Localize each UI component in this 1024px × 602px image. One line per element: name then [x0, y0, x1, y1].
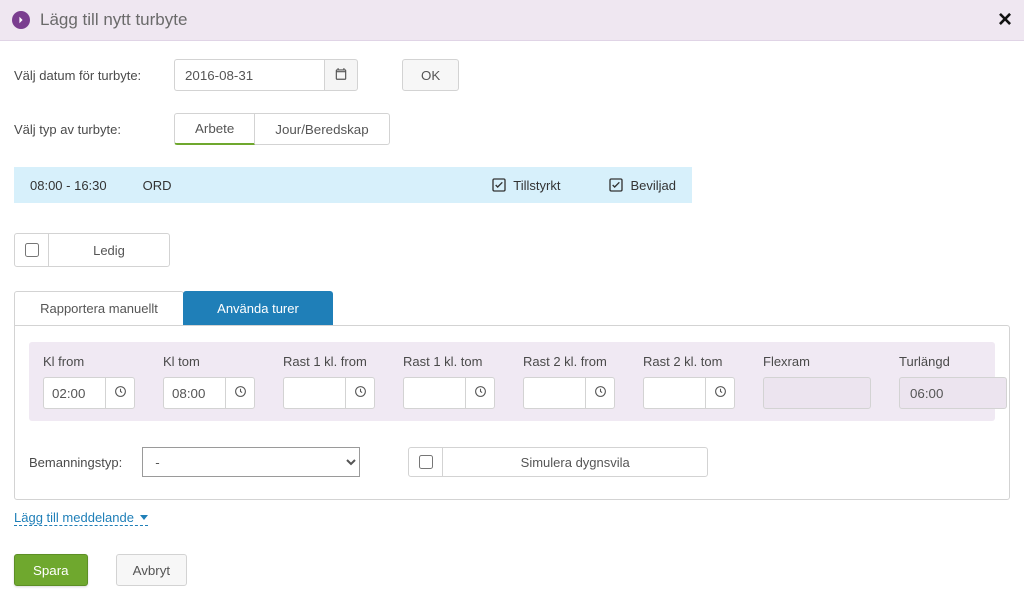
col-rast1-from: Rast 1 kl. from	[283, 354, 375, 409]
staffing-row: Bemanningstyp: - Simulera dygnsvila	[29, 447, 995, 477]
flag-tillstyrkt-label: Tillstyrkt	[513, 178, 560, 193]
staffing-label: Bemanningstyp:	[29, 455, 122, 470]
input-kl-tom[interactable]	[163, 377, 225, 409]
label-rast2-tom: Rast 2 kl. tom	[643, 354, 735, 369]
tab-use-shifts[interactable]: Använda turer	[183, 291, 333, 325]
label-flexram: Flexram	[763, 354, 871, 369]
chevron-right-circle-icon	[12, 11, 30, 29]
ledig-checkbox-wrap	[15, 234, 49, 266]
input-rast2-from[interactable]	[523, 377, 585, 409]
label-kl-from: Kl from	[43, 354, 135, 369]
simulate-checkbox[interactable]	[419, 455, 433, 469]
clock-icon	[594, 385, 607, 401]
cancel-button[interactable]: Avbryt	[116, 554, 188, 586]
checkbox-checked-icon	[491, 177, 507, 193]
date-row: Välj datum för turbyte: OK	[14, 59, 1010, 91]
close-icon[interactable]: ×	[998, 8, 1012, 32]
clock-icon	[474, 385, 487, 401]
clock-icon	[234, 385, 247, 401]
input-kl-from[interactable]	[43, 377, 105, 409]
type-row: Välj typ av turbyte: Arbete Jour/Beredsk…	[14, 113, 1010, 145]
clock-button-rast2-tom[interactable]	[705, 377, 735, 409]
flag-tillstyrkt[interactable]: Tillstyrkt	[491, 177, 560, 193]
label-rast1-from: Rast 1 kl. from	[283, 354, 375, 369]
modal-title: Lägg till nytt turbyte	[40, 10, 187, 30]
input-rast1-from[interactable]	[283, 377, 345, 409]
clock-button-rast1-tom[interactable]	[465, 377, 495, 409]
simulate-toggle[interactable]: Simulera dygnsvila	[408, 447, 708, 477]
type-jour-button[interactable]: Jour/Beredskap	[255, 113, 389, 145]
add-message-link[interactable]: Lägg till meddelande	[14, 510, 148, 526]
ok-button[interactable]: OK	[402, 59, 459, 91]
col-rast2-from: Rast 2 kl. from	[523, 354, 615, 409]
shift-bar: 08:00 - 16:30 ORD Tillstyrkt Beviljad	[14, 167, 692, 203]
col-rast2-tom: Rast 2 kl. tom	[643, 354, 735, 409]
tab-manual[interactable]: Rapportera manuellt	[14, 291, 184, 325]
footer: Spara Avbryt	[14, 554, 1010, 586]
time-grid: Kl from Kl tom Rast 1 kl. fr	[29, 342, 995, 421]
label-kl-tom: Kl tom	[163, 354, 255, 369]
col-kl-from: Kl from	[43, 354, 135, 409]
tab-panel: Kl from Kl tom Rast 1 kl. fr	[14, 325, 1010, 500]
checkbox-checked-icon	[608, 177, 624, 193]
tabs: Rapportera manuellt Använda turer	[14, 291, 1010, 325]
clock-button-rast2-from[interactable]	[585, 377, 615, 409]
simulate-label: Simulera dygnsvila	[443, 455, 707, 470]
clock-icon	[354, 385, 367, 401]
simulate-checkbox-wrap	[409, 448, 443, 476]
input-rast2-tom[interactable]	[643, 377, 705, 409]
clock-button-rast1-from[interactable]	[345, 377, 375, 409]
label-rast2-from: Rast 2 kl. from	[523, 354, 615, 369]
calendar-button[interactable]	[324, 59, 358, 91]
clock-button-kl-from[interactable]	[105, 377, 135, 409]
flag-beviljad-label: Beviljad	[630, 178, 676, 193]
calendar-icon	[334, 67, 348, 84]
modal-body: Välj datum för turbyte: OK Välj typ av t…	[0, 41, 1024, 598]
input-rast1-tom[interactable]	[403, 377, 465, 409]
add-message-label: Lägg till meddelande	[14, 510, 134, 525]
input-flexram	[763, 377, 871, 409]
col-flexram: Flexram	[763, 354, 871, 409]
type-toggle-group: Arbete Jour/Beredskap	[174, 113, 390, 145]
ledig-checkbox[interactable]	[25, 243, 39, 257]
flag-beviljad[interactable]: Beviljad	[608, 177, 676, 193]
modal-header: Lägg till nytt turbyte ×	[0, 0, 1024, 41]
modal-header-left: Lägg till nytt turbyte	[12, 10, 187, 30]
label-turlangd: Turlängd	[899, 354, 1007, 369]
type-arbete-button[interactable]: Arbete	[174, 113, 255, 145]
ledig-toggle[interactable]: Ledig	[14, 233, 170, 267]
clock-button-kl-tom[interactable]	[225, 377, 255, 409]
date-label: Välj datum för turbyte:	[14, 68, 174, 83]
clock-icon	[714, 385, 727, 401]
staffing-select[interactable]: -	[142, 447, 360, 477]
shift-time: 08:00 - 16:30	[30, 178, 107, 193]
input-turlangd	[899, 377, 1007, 409]
col-turlangd: Turlängd	[899, 354, 1007, 409]
col-rast1-tom: Rast 1 kl. tom	[403, 354, 495, 409]
date-input[interactable]	[174, 59, 324, 91]
shift-flags: Tillstyrkt Beviljad	[491, 177, 676, 193]
clock-icon	[114, 385, 127, 401]
col-kl-tom: Kl tom	[163, 354, 255, 409]
type-label: Välj typ av turbyte:	[14, 122, 174, 137]
save-button[interactable]: Spara	[14, 554, 88, 586]
label-rast1-tom: Rast 1 kl. tom	[403, 354, 495, 369]
caret-down-icon	[140, 515, 148, 520]
shift-code: ORD	[143, 178, 172, 193]
ledig-label: Ledig	[49, 243, 169, 258]
